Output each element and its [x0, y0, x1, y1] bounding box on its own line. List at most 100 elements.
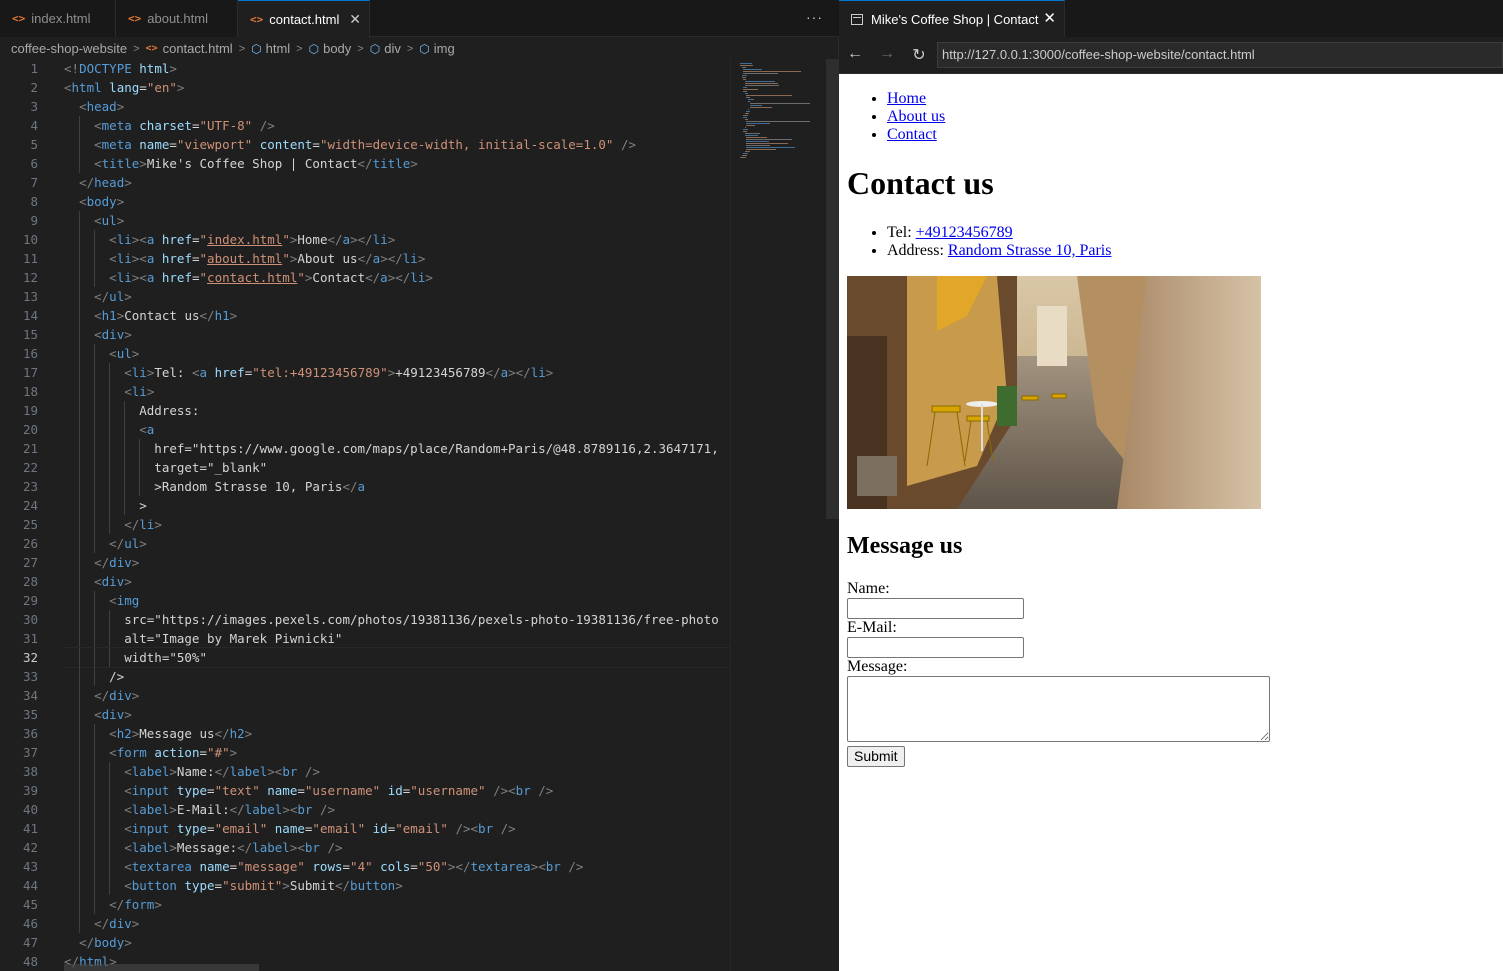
- code-line[interactable]: Address:: [64, 401, 730, 420]
- code-line[interactable]: <li><a href="index.html">Home</a></li>: [64, 230, 730, 249]
- code-line[interactable]: alt="Image by Marek Piwnicki": [64, 629, 730, 648]
- breadcrumb-symbol[interactable]: html: [266, 41, 291, 56]
- code-line[interactable]: <div>: [64, 325, 730, 344]
- line-number: 47: [22, 935, 38, 950]
- code-line[interactable]: <form action="#">: [64, 743, 730, 762]
- code-line[interactable]: >Random Strasse 10, Paris</a: [64, 477, 730, 496]
- code-line[interactable]: <h2>Message us</h2>: [64, 724, 730, 743]
- code-line[interactable]: <ul>: [64, 211, 730, 230]
- message-textarea[interactable]: [847, 676, 1270, 742]
- code-text-area[interactable]: <!DOCTYPE html> <html lang="en"> <head> <…: [64, 59, 730, 971]
- tab-about-html[interactable]: <> about.html: [116, 0, 238, 37]
- back-arrow-icon[interactable]: ←: [845, 45, 865, 63]
- code-line[interactable]: <meta charset="UTF-8" />: [64, 116, 730, 135]
- minimap-line: [744, 93, 748, 94]
- code-line[interactable]: </form>: [64, 895, 730, 914]
- minimap-line: [740, 157, 746, 158]
- code-line[interactable]: </div>: [64, 914, 730, 933]
- contact-link[interactable]: Contact: [887, 126, 937, 143]
- code-line[interactable]: <li>: [64, 382, 730, 401]
- code-line[interactable]: <!DOCTYPE html>: [64, 59, 730, 78]
- list-item: About us: [887, 108, 945, 126]
- submit-button[interactable]: Submit: [847, 746, 905, 767]
- code-line[interactable]: </ul>: [64, 287, 730, 306]
- code-line[interactable]: <label>Message:</label><br />: [64, 838, 730, 857]
- code-line[interactable]: <div>: [64, 705, 730, 724]
- message-label: Message:: [847, 658, 908, 675]
- breadcrumb-file[interactable]: contact.html: [163, 41, 233, 56]
- code-line[interactable]: <textarea name="message" rows="4" cols="…: [64, 857, 730, 876]
- home-link[interactable]: Home: [887, 90, 926, 107]
- close-icon[interactable]: ✕: [1043, 9, 1056, 27]
- minimap[interactable]: [730, 59, 826, 971]
- line-number: 33: [22, 669, 38, 684]
- minimap-line: [743, 73, 778, 74]
- line-number: 20: [22, 422, 38, 437]
- close-icon[interactable]: ✕: [349, 11, 361, 28]
- tab-contact-html[interactable]: <> contact.html ✕: [238, 0, 370, 38]
- minimap-line: [743, 91, 748, 92]
- html-file-icon: <>: [250, 13, 264, 26]
- more-actions-button[interactable]: ···: [806, 9, 823, 25]
- line-number: 2: [30, 80, 38, 95]
- breadcrumb-folder[interactable]: coffee-shop-website: [11, 41, 127, 56]
- code-line[interactable]: <ul>: [64, 344, 730, 363]
- code-line[interactable]: href="https://www.google.com/maps/place/…: [64, 439, 730, 458]
- address-link[interactable]: Random Strasse 10, Paris: [948, 242, 1112, 259]
- code-line[interactable]: <input type="email" name="email" id="ema…: [64, 819, 730, 838]
- forward-arrow-icon[interactable]: →: [877, 45, 897, 63]
- email-input[interactable]: [847, 637, 1024, 658]
- minimap-line: [746, 147, 796, 148]
- code-line[interactable]: </body>: [64, 933, 730, 952]
- code-line[interactable]: <meta name="viewport" content="width=dev…: [64, 135, 730, 154]
- code-editor: <> index.html <> about.html <> contact.h…: [0, 0, 839, 971]
- code-line[interactable]: <label>Name:</label><br />: [64, 762, 730, 781]
- code-line[interactable]: <head>: [64, 97, 730, 116]
- line-number: 44: [22, 878, 38, 893]
- vertical-scrollbar[interactable]: [826, 59, 839, 971]
- line-number: 7: [30, 175, 38, 190]
- browser-tab[interactable]: Mike's Coffee Shop | Contact ✕: [839, 0, 1065, 38]
- tel-link[interactable]: +49123456789: [916, 224, 1013, 241]
- code-line[interactable]: <li><a href="about.html">About us</a></l…: [64, 249, 730, 268]
- code-line[interactable]: <html lang="en">: [64, 78, 730, 97]
- code-line[interactable]: <h1>Contact us</h1>: [64, 306, 730, 325]
- reload-icon[interactable]: ↻: [909, 45, 929, 65]
- code-line[interactable]: </div>: [64, 686, 730, 705]
- line-number: 17: [22, 365, 38, 380]
- code-line[interactable]: <body>: [64, 192, 730, 211]
- code-line[interactable]: <li><a href="contact.html">Contact</a></…: [64, 268, 730, 287]
- code-line[interactable]: >: [64, 496, 730, 515]
- code-line[interactable]: <input type="text" name="username" id="u…: [64, 781, 730, 800]
- code-line[interactable]: width="50%": [64, 647, 730, 668]
- line-number: 36: [22, 726, 38, 741]
- code-line[interactable]: </div>: [64, 553, 730, 572]
- code-line[interactable]: src="https://images.pexels.com/photos/19…: [64, 610, 730, 629]
- minimap-line: [741, 75, 748, 76]
- breadcrumb-symbol[interactable]: div: [384, 41, 401, 56]
- code-line[interactable]: <button type="submit">Submit</button>: [64, 876, 730, 895]
- code-line[interactable]: <label>E-Mail:</label><br />: [64, 800, 730, 819]
- code-line[interactable]: />: [64, 667, 730, 686]
- code-line[interactable]: <img: [64, 591, 730, 610]
- name-input[interactable]: [847, 598, 1024, 619]
- code-line[interactable]: <title>Mike's Coffee Shop | Contact</tit…: [64, 154, 730, 173]
- tab-index-html[interactable]: <> index.html: [0, 0, 116, 37]
- code-line[interactable]: <li>Tel: <a href="tel:+49123456789">+491…: [64, 363, 730, 382]
- html-file-icon: <>: [12, 12, 26, 25]
- code-line[interactable]: <a: [64, 420, 730, 439]
- scrollbar-thumb[interactable]: [826, 59, 839, 519]
- editor-tab-bar: <> index.html <> about.html <> contact.h…: [0, 0, 839, 38]
- about-us-link[interactable]: About us: [887, 108, 945, 125]
- code-line[interactable]: <div>: [64, 572, 730, 591]
- breadcrumb-symbol[interactable]: img: [434, 41, 455, 56]
- url-input[interactable]: http://127.0.0.1:3000/coffee-shop-websit…: [937, 42, 1503, 68]
- breadcrumb-symbol[interactable]: body: [323, 41, 351, 56]
- minimap-line: [746, 139, 792, 140]
- code-line[interactable]: </ul>: [64, 534, 730, 553]
- code-line[interactable]: target="_blank": [64, 458, 730, 477]
- horizontal-scrollbar[interactable]: [64, 964, 259, 971]
- email-label: E-Mail:: [847, 619, 897, 636]
- code-line[interactable]: </li>: [64, 515, 730, 534]
- code-line[interactable]: </head>: [64, 173, 730, 192]
